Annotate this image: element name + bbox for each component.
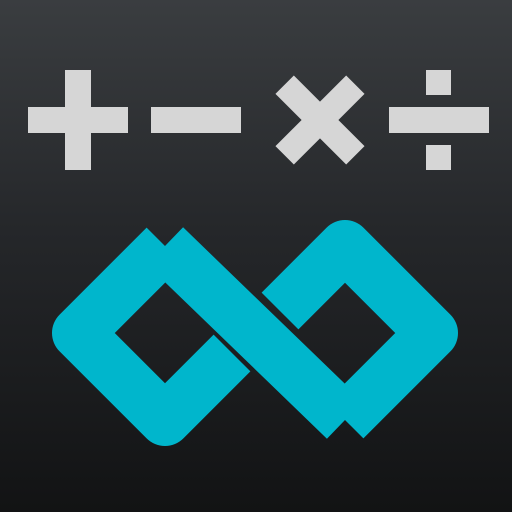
divide-icon <box>389 70 489 170</box>
multiply-icon <box>275 75 365 165</box>
app-icon <box>0 0 512 512</box>
plus-icon <box>28 70 128 170</box>
infinity-icon <box>52 220 458 446</box>
app-icon-artwork <box>28 70 489 446</box>
minus-icon <box>151 107 241 133</box>
